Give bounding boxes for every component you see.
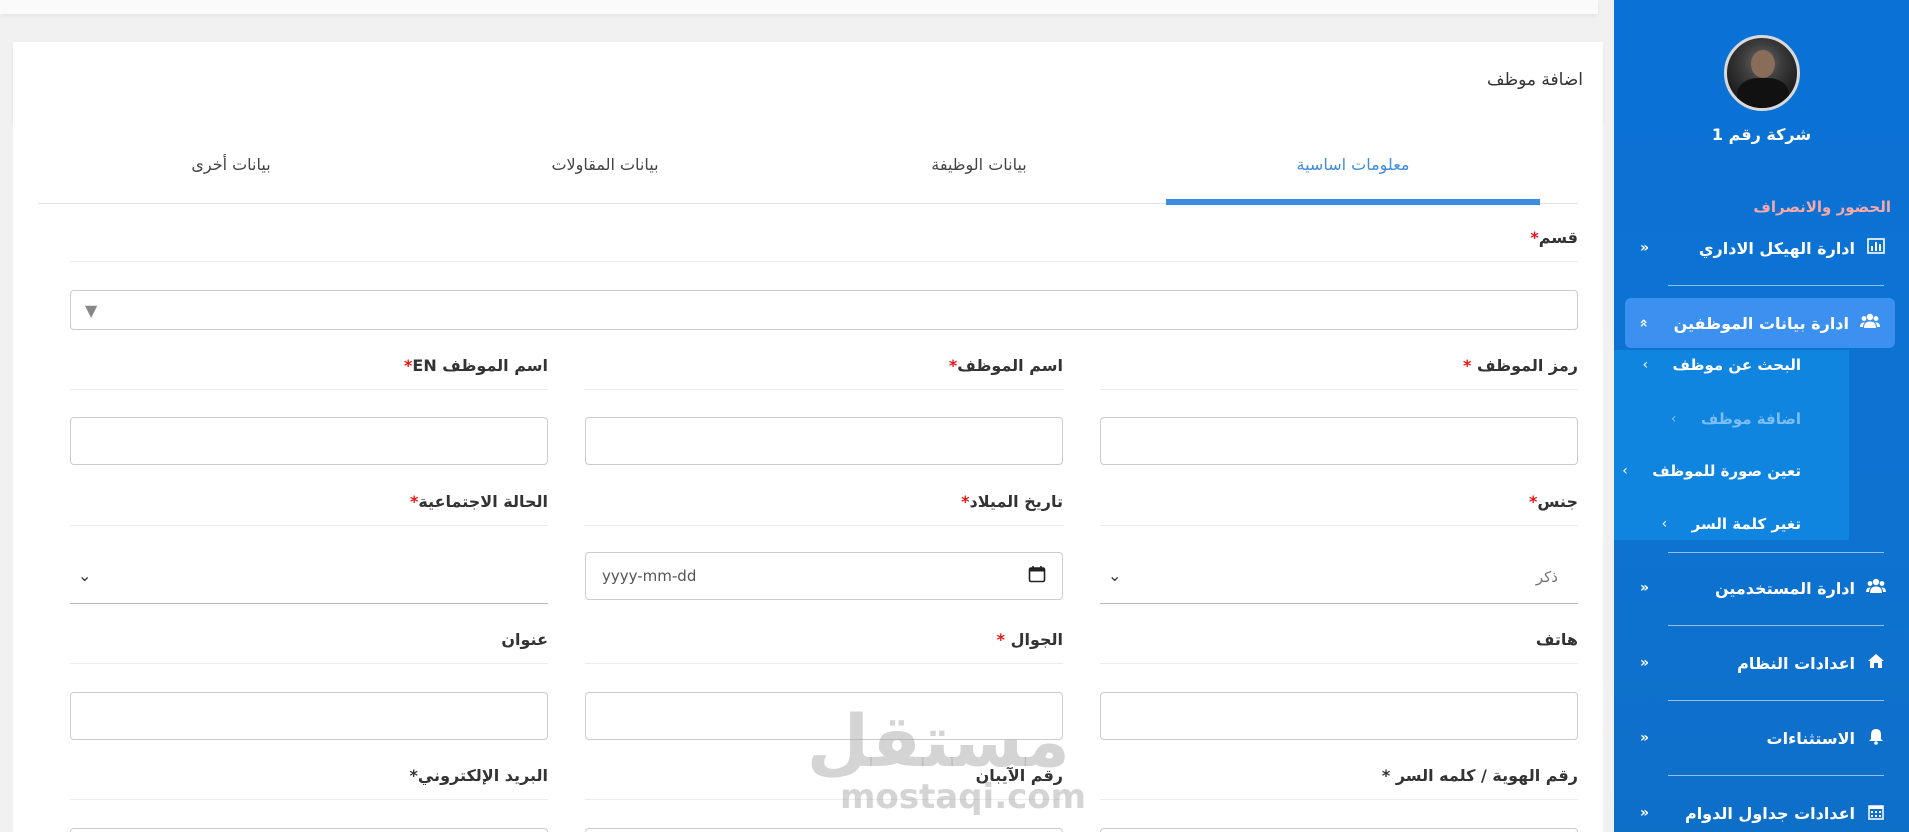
company-name: شركة رقم 1 (1711, 125, 1812, 144)
tab-contracts-data[interactable]: بيانات المقاولات (418, 124, 792, 204)
page-title: اضافة موظف (1487, 70, 1583, 90)
sidebar: شركة رقم 1 الحضور والانصراف ادارة الهيكل… (1614, 0, 1909, 832)
bell-icon (1863, 728, 1889, 749)
tab-basic-info[interactable]: معلومات اساسية (1166, 124, 1540, 205)
employee-name-input[interactable] (585, 417, 1063, 465)
chevron-double-icon: « (1640, 655, 1650, 671)
sidebar-item-users[interactable]: ادارة المستخدمين « (1614, 563, 1909, 613)
chevron-right-icon: › (1622, 463, 1628, 479)
divider (1668, 625, 1884, 626)
tab-job-data[interactable]: بيانات الوظيفة (792, 124, 1166, 204)
users-icon (1857, 313, 1883, 333)
dropdown-caret-icon: ▼ (85, 301, 98, 320)
birth-date-label: تاريخ الميلاد* (585, 492, 1063, 526)
chevron-double-icon: « (1640, 730, 1650, 746)
email-input[interactable] (70, 828, 548, 832)
chevron-double-down-icon: » (1635, 318, 1652, 328)
calendar-icon (1863, 803, 1889, 824)
tab-bar: معلومات اساسية بيانات الوظيفة بيانات الم… (38, 124, 1578, 205)
gender-label: جنس* (1100, 492, 1578, 526)
divider (1668, 552, 1884, 553)
chevron-right-icon: › (1670, 411, 1677, 427)
employee-name-label: اسم الموظف* (585, 356, 1063, 390)
chevron-double-icon: « (1640, 805, 1650, 821)
phone-input[interactable] (1100, 692, 1578, 740)
employee-code-label: رمز الموظف * (1100, 356, 1578, 390)
employee-code-input[interactable] (1100, 417, 1578, 465)
department-label: قسم* (70, 228, 1578, 262)
chevron-down-icon: ⌄ (78, 566, 92, 585)
employee-submenu: البحث عن موظف › اضافة موظف › تعين صورة ل… (1614, 350, 1909, 540)
birth-date-input[interactable]: yyyy-mm-dd (585, 552, 1063, 600)
sidebar-item-org-structure[interactable]: ادارة الهيكل الاداري « (1614, 223, 1909, 273)
phone-label: هاتف (1100, 630, 1578, 664)
mobile-label: الجوال * (585, 630, 1063, 664)
iban-input[interactable] (585, 828, 1063, 832)
divider (1668, 285, 1884, 286)
tab-other-data[interactable]: بيانات أخرى (44, 124, 418, 204)
birth-date-placeholder: yyyy-mm-dd (602, 567, 697, 585)
divider (1668, 700, 1884, 701)
gender-value: ذكر (1535, 568, 1558, 586)
chevron-down-icon: ⌄ (1108, 566, 1122, 585)
employee-name-en-label: اسم الموظف EN* (70, 356, 548, 390)
sidebar-item-system-settings[interactable]: اعدادات النظام « (1614, 638, 1909, 688)
marital-status-label: الحالة الاجتماعية* (70, 492, 548, 526)
top-bar (0, 0, 1598, 14)
divider (1668, 775, 1884, 776)
department-select[interactable]: ▼ (70, 290, 1578, 330)
submenu-item-set-employee-photo[interactable]: تعين صورة للموظف › (1622, 462, 1801, 480)
email-label: البريد الإلكتروني* (70, 766, 548, 800)
sidebar-item-schedule-settings[interactable]: اعدادات جداول الدوام « (1614, 788, 1909, 832)
section-label-attendance[interactable]: الحضور والانصراف (1753, 198, 1891, 216)
address-label: عنوان (70, 630, 548, 664)
chevron-double-icon: « (1640, 580, 1650, 596)
submenu-item-search-employee[interactable]: البحث عن موظف › (1643, 356, 1801, 374)
home-icon (1863, 653, 1889, 673)
chevron-right-icon: › (1661, 516, 1668, 532)
page-header: اضافة موظف (13, 42, 1603, 124)
sidebar-item-employee-data[interactable]: ادارة بيانات الموظفين » (1625, 298, 1895, 348)
address-input[interactable] (70, 692, 548, 740)
avatar[interactable] (1724, 35, 1800, 111)
submenu-item-add-employee[interactable]: اضافة موظف › (1671, 410, 1801, 428)
sidebar-item-exceptions[interactable]: الاستثناءات « (1614, 713, 1909, 763)
id-password-input[interactable] (1100, 828, 1578, 832)
submenu-item-change-password[interactable]: تغير كلمة السر › (1662, 515, 1801, 533)
gender-select[interactable]: ذكر ⌄ (1100, 554, 1578, 604)
id-password-label: رقم الهوية / كلمه السر * (1100, 766, 1578, 800)
employee-name-en-input[interactable] (70, 417, 548, 465)
marital-status-select[interactable]: ⌄ (70, 554, 548, 604)
chart-bar-icon (1863, 238, 1889, 258)
chevron-double-icon: « (1640, 240, 1650, 256)
calendar-icon[interactable] (1028, 565, 1046, 588)
users-icon (1863, 578, 1889, 598)
watermark: مستقل mostaqi.com (806, 699, 1087, 817)
chevron-right-icon: › (1642, 357, 1649, 373)
